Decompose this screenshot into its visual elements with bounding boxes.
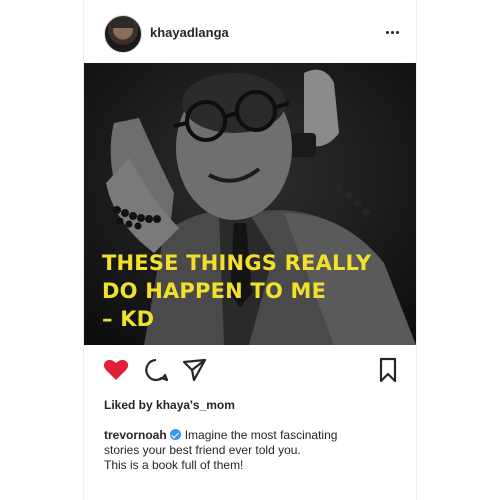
send-icon[interactable] [180, 356, 208, 384]
comment-icon[interactable] [142, 356, 170, 384]
bookmark-icon[interactable] [374, 356, 402, 384]
overlay-line: DO HAPPEN TO ME [102, 279, 327, 303]
liked-by-text[interactable]: Liked by khaya's_mom [104, 398, 235, 412]
overlay-line: THESE THINGS REALLY [102, 251, 372, 275]
overlay-line: – KD [102, 307, 155, 331]
instagram-post-card: khayadlanga THESE THINGS REALLY DO HAPPE… [84, 0, 416, 500]
heart-icon[interactable] [102, 356, 130, 384]
avatar[interactable] [104, 15, 142, 53]
more-options-icon[interactable] [380, 22, 404, 42]
username[interactable]: khayadlanga [150, 25, 229, 40]
comment-author[interactable]: trevornoah [104, 428, 167, 442]
post-header: khayadlanga [84, 12, 416, 54]
post-actions-bar [84, 352, 416, 388]
verified-badge-icon [169, 429, 181, 440]
comment-text: stories your best friend ever told you. [104, 443, 301, 457]
comment-text: Imagine the most fascinating [184, 428, 338, 442]
comment-line: trevornoah Imagine the most fascinating [104, 428, 404, 443]
image-caption-overlay: THESE THINGS REALLY DO HAPPEN TO ME – KD [102, 249, 402, 333]
post-image[interactable]: THESE THINGS REALLY DO HAPPEN TO ME – KD [84, 63, 416, 345]
comment: trevornoah Imagine the most fascinating s… [104, 428, 404, 473]
comment-text: This is a book full of them! [104, 458, 244, 472]
